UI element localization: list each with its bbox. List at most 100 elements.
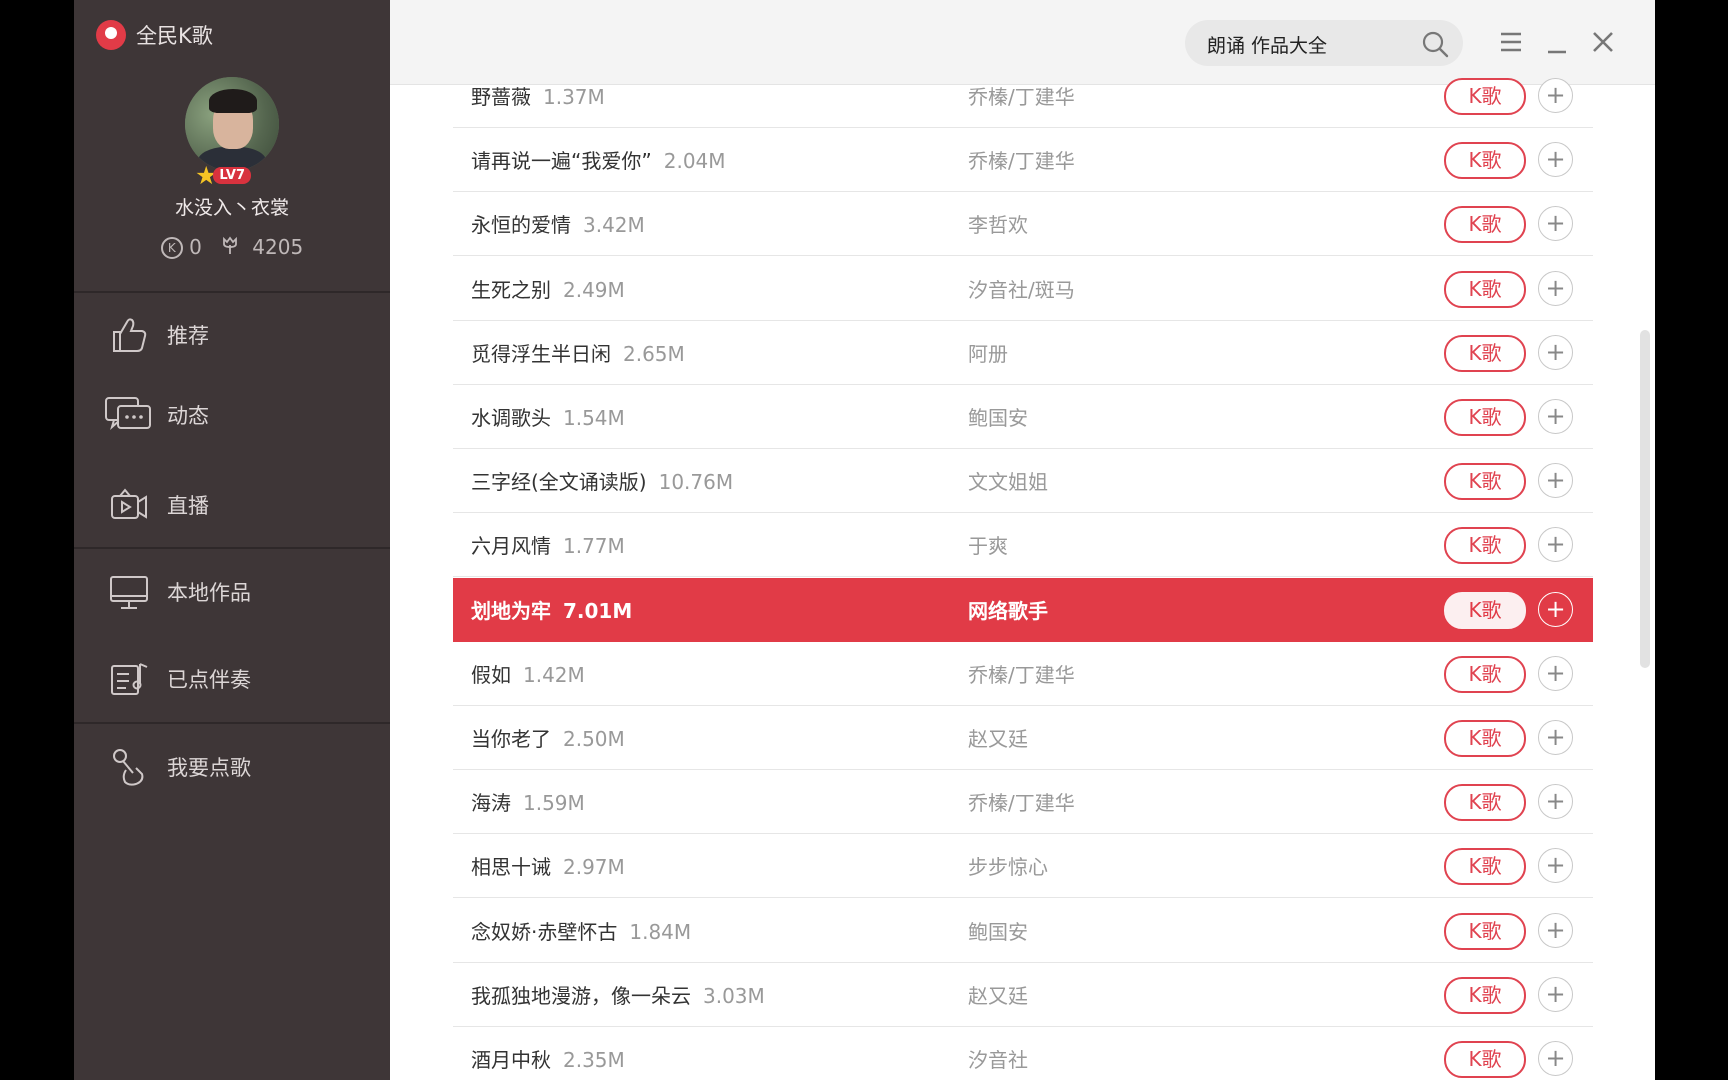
song-artist[interactable]: 李哲欢 (968, 209, 1028, 238)
add-button[interactable]: + (1538, 848, 1573, 884)
add-button[interactable]: + (1538, 1041, 1573, 1076)
k-song-button[interactable]: K歌 (1444, 1041, 1526, 1078)
divider (74, 547, 390, 549)
app-name: 全民K歌 (136, 24, 213, 48)
nav-item-feed[interactable]: 动态 (74, 385, 390, 445)
song-row[interactable]: 水调歌头 1.54M 鲍国安 K歌 + (453, 385, 1593, 449)
song-title-cell: 当你老了 2.50M (471, 723, 625, 752)
k-song-button[interactable]: K歌 (1444, 591, 1526, 629)
song-row[interactable]: 海涛 1.59M 乔榛/丁建华 K歌 + (453, 770, 1593, 835)
k-song-button[interactable]: K歌 (1444, 463, 1526, 501)
song-row[interactable]: 永恒的爱情 3.42M 李哲欢 K歌 + (453, 192, 1593, 257)
song-artist[interactable]: 乔榛/丁建华 (968, 145, 1075, 174)
add-button[interactable]: + (1538, 334, 1573, 370)
add-button[interactable]: + (1538, 206, 1573, 242)
song-title: 觅得浮生半日闲 (471, 341, 611, 366)
song-title: 我孤独地漫游，像一朵云 (471, 983, 691, 1008)
nav-item-recommend[interactable]: 推荐 (74, 305, 390, 365)
coins-stat[interactable]: K 0 (160, 235, 202, 259)
song-row[interactable]: 酒月中秋 2.35M 汐音社 K歌 + (453, 1027, 1593, 1080)
scrollbar-thumb[interactable] (1640, 330, 1650, 668)
song-row[interactable]: 假如 1.42M 乔榛/丁建华 K歌 + (453, 642, 1593, 706)
k-song-button[interactable]: K歌 (1444, 784, 1526, 822)
add-button[interactable]: + (1538, 142, 1573, 178)
song-row[interactable]: 划地为牢 7.01M 网络歌手 K歌 + (453, 577, 1593, 642)
song-artist[interactable]: 步步惊心 (968, 851, 1048, 880)
song-row[interactable]: 当你老了 2.50M 赵又廷 K歌 + (453, 706, 1593, 770)
song-row[interactable]: 生死之别 2.49M 汐音社/斑马 K歌 + (453, 257, 1593, 321)
k-song-button[interactable]: K歌 (1444, 912, 1526, 950)
k-song-button[interactable]: K歌 (1444, 848, 1526, 886)
song-artist[interactable]: 赵又廷 (968, 980, 1028, 1009)
add-button[interactable]: + (1538, 720, 1573, 755)
song-size: 1.77M (563, 534, 625, 559)
song-artist[interactable]: 汐音社 (968, 1044, 1028, 1073)
add-button[interactable]: + (1538, 655, 1573, 691)
add-button[interactable]: + (1538, 976, 1573, 1012)
song-title: 海涛 (471, 791, 511, 816)
menu-icon[interactable] (1491, 22, 1529, 62)
song-artist[interactable]: 网络歌手 (968, 595, 1048, 624)
song-size: 1.37M (543, 85, 605, 109)
song-row[interactable]: 念奴娇·赤壁怀古 1.84M 鲍国安 K歌 + (453, 899, 1593, 963)
add-button[interactable]: + (1538, 399, 1573, 434)
minimize-icon[interactable] (1538, 22, 1576, 62)
add-button[interactable]: + (1538, 78, 1573, 113)
divider (74, 722, 390, 724)
nav-item-request-song[interactable]: 我要点歌 (74, 737, 390, 797)
k-song-button[interactable]: K歌 (1444, 655, 1526, 693)
song-artist[interactable]: 阿册 (968, 338, 1008, 367)
song-title: 当你老了 (471, 727, 551, 751)
song-title: 相思十诫 (471, 855, 551, 880)
song-artist[interactable]: 乔榛/丁建华 (968, 81, 1075, 110)
nav-item-local-works[interactable]: 本地作品 (74, 562, 390, 622)
song-row[interactable]: 我孤独地漫游，像一朵云 3.03M 赵又廷 K歌 + (453, 963, 1593, 1027)
song-row[interactable]: 六月风情 1.77M 于爽 K歌 + (453, 513, 1593, 578)
k-song-button[interactable]: K歌 (1444, 527, 1526, 565)
k-song-button[interactable]: K歌 (1444, 206, 1526, 244)
flowers-value: 4205 (252, 235, 304, 259)
song-title: 永恒的爱情 (471, 213, 571, 238)
search-input[interactable] (1205, 20, 1409, 68)
song-artist[interactable]: 汐音社/斑马 (968, 274, 1075, 303)
k-song-button[interactable]: K歌 (1444, 399, 1526, 436)
add-button[interactable]: + (1538, 591, 1573, 627)
k-song-button[interactable]: K歌 (1444, 142, 1526, 180)
song-title-cell: 请再说一遍“我爱你” 2.04M (471, 145, 726, 174)
flower-icon (220, 235, 240, 259)
close-icon[interactable] (1584, 22, 1622, 62)
song-title: 假如 (471, 662, 511, 687)
k-song-button[interactable]: K歌 (1444, 334, 1526, 372)
level-label: LV7 (213, 167, 252, 184)
song-row[interactable]: 相思十诫 2.97M 步步惊心 K歌 + (453, 834, 1593, 899)
song-size: 2.49M (563, 277, 625, 302)
add-button[interactable]: + (1538, 527, 1573, 563)
nav-item-live[interactable]: 直播 (74, 475, 390, 535)
avatar[interactable] (185, 77, 279, 171)
song-row[interactable]: 觅得浮生半日闲 2.65M 阿册 K歌 + (453, 321, 1593, 385)
song-artist[interactable]: 鲍国安 (968, 916, 1028, 945)
song-artist[interactable]: 乔榛/丁建华 (968, 659, 1075, 688)
song-artist[interactable]: 乔榛/丁建华 (968, 787, 1075, 816)
k-song-button[interactable]: K歌 (1444, 78, 1526, 115)
song-artist[interactable]: 赵又廷 (968, 723, 1028, 752)
add-button[interactable]: + (1538, 463, 1573, 499)
add-button[interactable]: + (1538, 784, 1573, 820)
k-song-button[interactable]: K歌 (1444, 976, 1526, 1014)
username[interactable]: 水没入丶衣裳 (74, 193, 390, 220)
search-icon[interactable] (1421, 30, 1449, 58)
k-song-button[interactable]: K歌 (1444, 270, 1526, 308)
k-song-button[interactable]: K歌 (1444, 720, 1526, 757)
song-title: 生死之别 (471, 277, 551, 302)
song-artist[interactable]: 文文姐姐 (968, 466, 1048, 495)
song-row[interactable]: 三字经(全文诵读版) 10.76M 文文姐姐 K歌 + (453, 449, 1593, 514)
nav-item-selected-accompaniment[interactable]: 已点伴奏 (74, 649, 390, 709)
add-button[interactable]: + (1538, 270, 1573, 306)
flowers-stat[interactable]: 4205 (220, 235, 303, 259)
add-button[interactable]: + (1538, 912, 1573, 948)
song-row[interactable]: 请再说一遍“我爱你” 2.04M 乔榛/丁建华 K歌 + (453, 128, 1593, 193)
song-title-cell: 假如 1.42M (471, 659, 585, 688)
song-artist[interactable]: 于爽 (968, 530, 1008, 559)
song-row[interactable]: 野蔷薇 1.37M 乔榛/丁建华 K歌 + (453, 64, 1593, 128)
song-artist[interactable]: 鲍国安 (968, 402, 1028, 431)
